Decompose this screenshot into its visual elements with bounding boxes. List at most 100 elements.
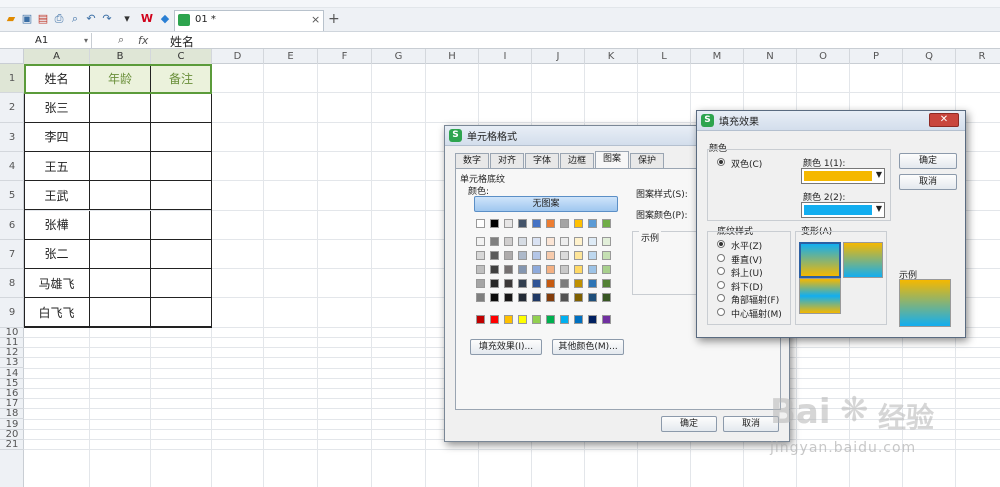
variant-1[interactable] (799, 242, 841, 278)
column-header-j[interactable]: J (532, 49, 585, 64)
row-header-21[interactable]: 21 (0, 439, 24, 451)
row-header-4[interactable]: 4 (0, 152, 24, 182)
variant-2[interactable] (843, 242, 883, 278)
color-swatch[interactable] (602, 293, 611, 302)
fill-effects-button[interactable]: 填充效果(I)... (470, 339, 542, 355)
wps-logo-icon[interactable]: W (140, 12, 154, 26)
color-swatch[interactable] (504, 219, 513, 228)
color-swatch[interactable] (504, 279, 513, 288)
fx-icon[interactable]: fx (138, 34, 148, 47)
shading-radio-2[interactable] (717, 267, 725, 275)
color-swatch[interactable] (546, 279, 555, 288)
print-icon[interactable]: ⎙ (52, 12, 66, 26)
fill-cancel-button[interactable]: 取消 (899, 174, 957, 190)
document-tab[interactable]: 01 * × (174, 10, 324, 31)
row-header-1[interactable]: 1 (0, 64, 24, 94)
tab-0[interactable]: 数字 (455, 153, 489, 169)
column-header-p[interactable]: P (850, 49, 903, 64)
color-swatch[interactable] (588, 251, 597, 260)
table-cell[interactable] (151, 181, 212, 211)
color-swatch[interactable] (490, 293, 499, 302)
column-header-k[interactable]: K (585, 49, 638, 64)
select-all-corner[interactable] (0, 49, 24, 64)
zoom-search-icon[interactable]: ⌕ (118, 33, 124, 47)
color-swatch[interactable] (476, 265, 485, 274)
color-swatch[interactable] (546, 237, 555, 246)
color-swatch[interactable] (560, 315, 569, 324)
color-swatch[interactable] (602, 219, 611, 228)
color-swatch[interactable] (476, 237, 485, 246)
table-cell[interactable] (90, 239, 151, 270)
color-swatch[interactable] (490, 251, 499, 260)
color-swatch[interactable] (574, 219, 583, 228)
name-box-dropdown-icon[interactable]: ▾ (84, 36, 88, 45)
name-cell[interactable]: 张二 (24, 239, 90, 270)
color-swatch[interactable] (518, 293, 527, 302)
color-swatch[interactable] (490, 315, 499, 324)
format-ok-button[interactable]: 确定 (661, 416, 717, 432)
color-swatch[interactable] (504, 293, 513, 302)
color-swatch[interactable] (476, 279, 485, 288)
name-cell[interactable]: 马雄飞 (24, 269, 90, 299)
row-header-13[interactable]: 13 (0, 358, 24, 369)
color-swatch[interactable] (560, 279, 569, 288)
color-swatch[interactable] (574, 293, 583, 302)
two-color-radio[interactable] (717, 158, 725, 166)
color-swatch[interactable] (532, 293, 541, 302)
color-swatch[interactable] (476, 219, 485, 228)
color-swatch[interactable] (476, 251, 485, 260)
table-cell[interactable] (151, 298, 212, 328)
row-header-5[interactable]: 5 (0, 181, 24, 211)
dropdown-icon[interactable]: ▾ (120, 12, 134, 26)
name-cell[interactable]: 白飞飞 (24, 298, 90, 328)
color2-dropdown[interactable]: ▼ (801, 202, 885, 218)
color-swatch[interactable] (560, 265, 569, 274)
color-swatch[interactable] (490, 265, 499, 274)
close-tab-icon[interactable]: × (311, 13, 320, 26)
table-cell[interactable] (90, 181, 151, 211)
tab-1[interactable]: 对齐 (490, 153, 524, 169)
color-swatch[interactable] (546, 219, 555, 228)
column-header-l[interactable]: L (638, 49, 691, 64)
table-cell[interactable] (90, 93, 151, 123)
table-cell[interactable] (151, 239, 212, 270)
color-swatch[interactable] (588, 219, 597, 228)
table-cell[interactable] (151, 151, 212, 182)
fill-ok-button[interactable]: 确定 (899, 153, 957, 169)
column-header-n[interactable]: N (744, 49, 797, 64)
color-swatch[interactable] (574, 251, 583, 260)
color-swatch[interactable] (588, 293, 597, 302)
color-swatch[interactable] (490, 219, 499, 228)
name-box[interactable]: A1 (0, 33, 92, 48)
table-cell[interactable] (151, 210, 212, 240)
table-cell[interactable] (151, 269, 212, 299)
color-swatch[interactable] (574, 315, 583, 324)
column-header-o[interactable]: O (797, 49, 850, 64)
color-swatch[interactable] (504, 315, 513, 324)
color-swatch[interactable] (532, 279, 541, 288)
color-swatch[interactable] (504, 237, 513, 246)
column-header-h[interactable]: H (426, 49, 479, 64)
table-cell[interactable] (90, 298, 151, 328)
row-header-8[interactable]: 8 (0, 269, 24, 299)
column-header-a[interactable]: A (24, 49, 90, 64)
table-cell[interactable] (90, 269, 151, 299)
color-swatch[interactable] (532, 251, 541, 260)
undo-icon[interactable]: ↶ (84, 12, 98, 26)
color-swatch[interactable] (546, 251, 555, 260)
row-header-7[interactable]: 7 (0, 240, 24, 270)
color-swatch[interactable] (588, 265, 597, 274)
color-swatch[interactable] (602, 315, 611, 324)
color-swatch[interactable] (518, 265, 527, 274)
shading-radio-5[interactable] (717, 307, 725, 316)
close-icon[interactable]: ✕ (929, 113, 959, 127)
row-header-9[interactable]: 9 (0, 298, 24, 328)
row-header-6[interactable]: 6 (0, 211, 24, 240)
column-header-e[interactable]: E (264, 49, 318, 64)
row-header-18[interactable]: 18 (0, 409, 24, 420)
name-cell[interactable]: 张樺 (24, 210, 90, 240)
table-cell[interactable] (151, 93, 212, 123)
table-cell[interactable] (151, 122, 212, 152)
color-swatch[interactable] (602, 265, 611, 274)
shading-radio-4[interactable] (717, 294, 725, 302)
